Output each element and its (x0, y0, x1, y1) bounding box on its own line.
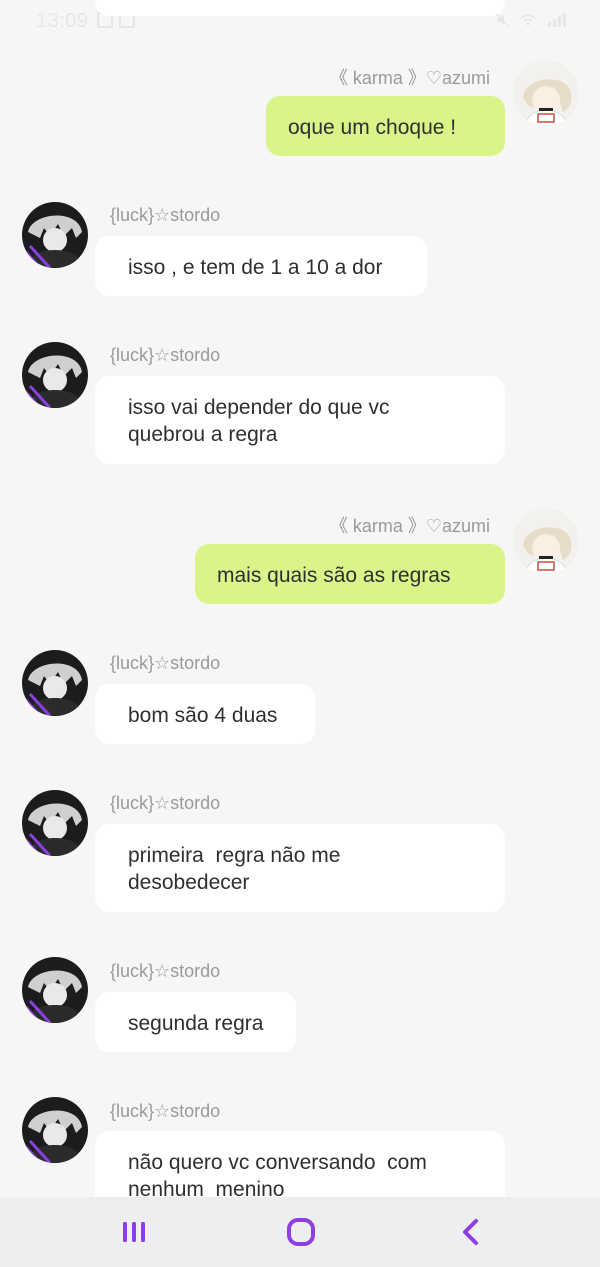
wifi-icon (520, 14, 536, 26)
avatar[interactable] (513, 60, 579, 126)
sender-name: {luck}☆stordo (110, 653, 221, 673)
sender-name: {luck}☆stordo (110, 961, 221, 981)
message-text: mais quais são as regras (217, 564, 451, 587)
sender-name: 《 karma 》♡azumi (329, 68, 490, 88)
recent-apps-icon (123, 1222, 145, 1242)
home-icon (287, 1218, 315, 1246)
back-icon (463, 1219, 478, 1245)
message-text: isso , e tem de 1 a 10 a dor (128, 256, 383, 279)
message-text: não quero vc conversando com (128, 1151, 427, 1174)
message-text: isso vai depender do que vc (128, 396, 390, 419)
message-bubble[interactable]: mais quais são as regras (195, 544, 505, 604)
message-bubble[interactable]: primeira regra não me desobedecer (95, 824, 505, 912)
avatar[interactable] (22, 1097, 88, 1163)
message-text: bom são 4 duas (128, 704, 278, 727)
status-time: 13:09 (36, 10, 89, 32)
signal-icon (548, 13, 566, 27)
avatar[interactable] (22, 650, 88, 716)
avatar[interactable] (22, 342, 88, 408)
avatar[interactable] (513, 508, 579, 574)
previous-message-bubble (95, 0, 505, 16)
message-bubble[interactable]: oque um choque ! (266, 96, 505, 156)
sender-name: {luck}☆stordo (110, 345, 221, 365)
message-bubble[interactable]: bom são 4 duas (95, 684, 315, 744)
sender-name: {luck}☆stordo (110, 793, 221, 813)
message-bubble[interactable]: isso vai depender do que vc quebrou a re… (95, 376, 505, 464)
message-text: segunda regra (128, 1012, 264, 1035)
home-button[interactable] (281, 1215, 321, 1249)
message-bubble[interactable]: segunda regra (95, 992, 296, 1052)
navigation-bar (0, 1197, 600, 1267)
sender-name: 《 karma 》♡azumi (329, 516, 490, 536)
sender-name: {luck}☆stordo (110, 1101, 221, 1121)
message-text: primeira regra não me (128, 844, 341, 867)
avatar[interactable] (22, 957, 88, 1023)
message-text: oque um choque ! (288, 116, 457, 139)
sender-name: {luck}☆stordo (110, 205, 221, 225)
message-bubble[interactable]: isso , e tem de 1 a 10 a dor (95, 236, 427, 296)
back-button[interactable] (450, 1215, 490, 1249)
recent-apps-button[interactable] (114, 1215, 154, 1249)
avatar[interactable] (22, 790, 88, 856)
avatar[interactable] (22, 202, 88, 268)
message-text: quebrou a regra (128, 423, 278, 446)
message-text: desobedecer (128, 871, 250, 894)
